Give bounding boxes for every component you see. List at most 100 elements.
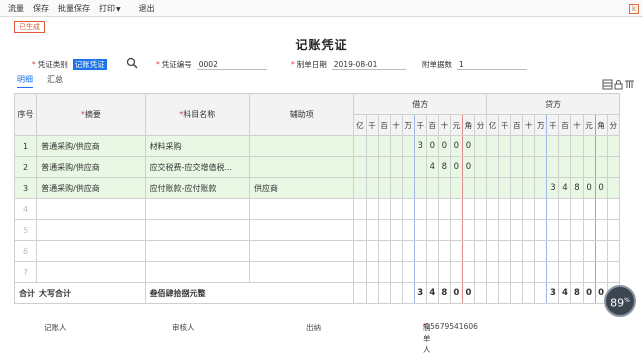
row-debit-digit-cell[interactable] bbox=[473, 177, 488, 199]
table-row[interactable]: 1 普通采购/供应商 材料采购 3 0 0 0 0 bbox=[13, 135, 621, 157]
floating-progress-badge[interactable]: 89% bbox=[604, 285, 636, 317]
row-debit-digit-cell[interactable]: 0 bbox=[461, 156, 475, 178]
corner-button[interactable]: k bbox=[629, 4, 639, 14]
row-debit-digit-cell[interactable] bbox=[425, 261, 439, 283]
attachments-input[interactable]: 1 bbox=[457, 59, 527, 70]
row-credit-digit-cell[interactable] bbox=[498, 177, 512, 199]
row-credit-digit-cell[interactable] bbox=[558, 198, 572, 220]
row-summary-cell[interactable] bbox=[36, 240, 146, 262]
row-credit-digit-cell[interactable] bbox=[570, 156, 584, 178]
row-credit-digit-cell[interactable] bbox=[510, 177, 524, 199]
row-credit-digit-cell[interactable] bbox=[582, 240, 596, 262]
row-aux-cell[interactable] bbox=[249, 198, 355, 220]
row-credit-digit-cell[interactable] bbox=[606, 135, 621, 157]
row-debit-digit-cell[interactable] bbox=[353, 135, 367, 157]
row-credit-digit-cell[interactable] bbox=[534, 135, 548, 157]
row-credit-digit-cell[interactable] bbox=[522, 177, 536, 199]
row-credit-digit-cell[interactable] bbox=[594, 240, 608, 262]
lock-icon[interactable] bbox=[613, 79, 624, 90]
row-account-cell[interactable] bbox=[144, 219, 251, 241]
row-credit-digit-cell[interactable] bbox=[558, 156, 572, 178]
row-debit-digit-cell[interactable] bbox=[473, 198, 488, 220]
row-credit-digit-cell[interactable] bbox=[546, 135, 560, 157]
row-credit-digit-cell[interactable] bbox=[594, 198, 608, 220]
row-debit-digit-cell[interactable] bbox=[365, 219, 379, 241]
voucher-number-input[interactable]: 0002 bbox=[196, 59, 267, 70]
row-summary-cell[interactable] bbox=[36, 219, 146, 241]
row-debit-digit-cell[interactable]: 3 bbox=[413, 135, 427, 157]
row-summary-cell[interactable] bbox=[36, 198, 146, 220]
menu-item-exit[interactable]: 退出 bbox=[139, 3, 155, 14]
row-debit-digit-cell[interactable] bbox=[461, 240, 475, 262]
row-debit-digit-cell[interactable] bbox=[377, 240, 391, 262]
row-summary-cell[interactable] bbox=[36, 261, 146, 283]
row-summary-cell[interactable]: 普通采购/供应商 bbox=[36, 135, 146, 157]
row-credit-digit-cell[interactable] bbox=[606, 198, 621, 220]
row-credit-digit-cell[interactable] bbox=[510, 261, 524, 283]
row-credit-digit-cell[interactable] bbox=[570, 240, 584, 262]
row-credit-digit-cell[interactable] bbox=[558, 240, 572, 262]
row-debit-digit-cell[interactable] bbox=[377, 156, 391, 178]
row-credit-digit-cell[interactable] bbox=[498, 156, 512, 178]
table-row[interactable]: 6 bbox=[13, 240, 621, 262]
row-debit-digit-cell[interactable] bbox=[461, 198, 475, 220]
row-debit-digit-cell[interactable] bbox=[449, 177, 463, 199]
row-debit-digit-cell[interactable] bbox=[437, 219, 451, 241]
row-debit-digit-cell[interactable] bbox=[413, 198, 427, 220]
row-debit-digit-cell[interactable] bbox=[365, 177, 379, 199]
row-credit-digit-cell[interactable] bbox=[534, 177, 548, 199]
row-debit-digit-cell[interactable] bbox=[473, 219, 488, 241]
row-debit-digit-cell[interactable] bbox=[437, 198, 451, 220]
row-debit-digit-cell[interactable] bbox=[401, 156, 415, 178]
row-credit-digit-cell[interactable] bbox=[594, 135, 608, 157]
table-row[interactable]: 5 bbox=[13, 219, 621, 241]
row-debit-digit-cell[interactable]: 8 bbox=[437, 156, 451, 178]
row-account-cell[interactable] bbox=[144, 198, 251, 220]
row-credit-digit-cell[interactable] bbox=[510, 240, 524, 262]
row-credit-digit-cell[interactable] bbox=[486, 198, 500, 220]
row-credit-digit-cell[interactable] bbox=[558, 219, 572, 241]
row-credit-digit-cell[interactable] bbox=[486, 177, 500, 199]
row-credit-digit-cell[interactable]: 3 bbox=[546, 177, 560, 199]
row-summary-cell[interactable]: 普通采购/供应商 bbox=[36, 177, 146, 199]
row-debit-digit-cell[interactable] bbox=[389, 177, 403, 199]
row-credit-digit-cell[interactable] bbox=[606, 261, 621, 283]
row-debit-digit-cell[interactable]: 0 bbox=[461, 135, 475, 157]
row-debit-digit-cell[interactable] bbox=[389, 240, 403, 262]
row-credit-digit-cell[interactable] bbox=[570, 135, 584, 157]
row-account-cell[interactable] bbox=[144, 261, 251, 283]
row-credit-digit-cell[interactable] bbox=[582, 135, 596, 157]
row-credit-digit-cell[interactable] bbox=[510, 198, 524, 220]
row-account-cell[interactable]: 应付账款-应付账款 bbox=[144, 177, 251, 199]
row-debit-digit-cell[interactable] bbox=[377, 198, 391, 220]
row-credit-digit-cell[interactable] bbox=[558, 261, 572, 283]
row-debit-digit-cell[interactable] bbox=[473, 156, 488, 178]
menu-item-flow[interactable]: 流量 bbox=[8, 3, 24, 14]
row-debit-digit-cell[interactable] bbox=[365, 198, 379, 220]
row-debit-digit-cell[interactable] bbox=[401, 240, 415, 262]
row-debit-digit-cell[interactable] bbox=[353, 261, 367, 283]
row-debit-digit-cell[interactable]: 0 bbox=[425, 135, 439, 157]
table-row[interactable]: 7 bbox=[13, 261, 621, 283]
column-filter-icon[interactable] bbox=[624, 79, 635, 90]
table-row[interactable]: 4 bbox=[13, 198, 621, 220]
row-debit-digit-cell[interactable] bbox=[413, 240, 427, 262]
row-debit-digit-cell[interactable] bbox=[365, 240, 379, 262]
row-aux-cell[interactable] bbox=[249, 156, 355, 178]
row-account-cell[interactable] bbox=[144, 240, 251, 262]
row-credit-digit-cell[interactable] bbox=[606, 219, 621, 241]
row-aux-cell[interactable] bbox=[249, 240, 355, 262]
row-credit-digit-cell[interactable] bbox=[534, 240, 548, 262]
row-credit-digit-cell[interactable] bbox=[582, 156, 596, 178]
row-credit-digit-cell[interactable] bbox=[546, 240, 560, 262]
voucher-type-input[interactable]: 记账凭证 bbox=[72, 58, 107, 70]
row-aux-cell[interactable] bbox=[249, 219, 355, 241]
row-credit-digit-cell[interactable] bbox=[510, 219, 524, 241]
row-aux-cell[interactable]: 供应商 bbox=[249, 177, 355, 199]
row-credit-digit-cell[interactable] bbox=[522, 261, 536, 283]
row-credit-digit-cell[interactable] bbox=[522, 198, 536, 220]
row-debit-digit-cell[interactable] bbox=[449, 219, 463, 241]
row-debit-digit-cell[interactable] bbox=[401, 135, 415, 157]
row-debit-digit-cell[interactable] bbox=[425, 240, 439, 262]
row-credit-digit-cell[interactable] bbox=[534, 198, 548, 220]
